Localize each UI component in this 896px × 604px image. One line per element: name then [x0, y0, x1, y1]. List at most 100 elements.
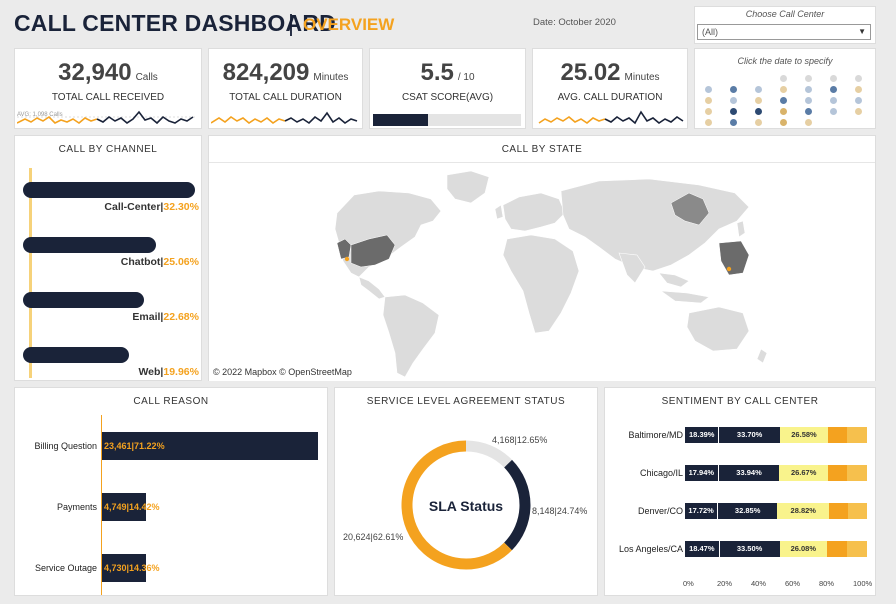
sentiment-axis-tick: 40%	[751, 579, 767, 588]
date-dot[interactable]	[830, 75, 837, 82]
sentiment-segment[interactable]: 26.67%	[779, 465, 828, 481]
filter-label: Choose Call Center	[745, 9, 825, 19]
sentiment-bar[interactable]: 17.72% 32.85% 28.82%	[685, 503, 867, 519]
date-dot[interactable]	[780, 119, 787, 126]
date-dot[interactable]	[755, 86, 762, 93]
sentiment-segment[interactable]: 32.85%	[717, 503, 778, 519]
channel-name: Call-Center|	[104, 201, 164, 213]
call-center-select[interactable]: (All) ▼	[697, 24, 871, 40]
channel-bar[interactable]	[23, 292, 144, 308]
sentiment-segment[interactable]: 18.39%	[685, 427, 719, 443]
date-dot[interactable]	[830, 108, 837, 115]
sentiment-segment[interactable]	[847, 541, 867, 557]
date-dot[interactable]	[730, 97, 737, 104]
sla-donut-segment[interactable]	[465, 440, 513, 468]
date-dot[interactable]	[780, 97, 787, 104]
channel-bar[interactable]	[23, 182, 195, 198]
csat-progress-fill	[373, 114, 428, 126]
kpi-value: 25.02	[560, 59, 621, 86]
channel-label: Web|19.96%	[138, 366, 199, 378]
sentiment-segment[interactable]: 18.47%	[685, 541, 719, 557]
sentiment-segment[interactable]: 26.08%	[779, 541, 828, 557]
sla-label-left: 20,624|62.61%	[343, 532, 404, 542]
date-dot[interactable]	[780, 86, 787, 93]
date-dot[interactable]	[805, 119, 812, 126]
sentiment-city: Los Angeles/CA	[618, 544, 683, 554]
channel-bar[interactable]	[23, 237, 157, 253]
date-dot[interactable]	[730, 86, 737, 93]
kpi-total-duration[interactable]: 824,209 Minutes TOTAL CALL DURATION	[208, 48, 363, 129]
date-dot[interactable]	[855, 86, 862, 93]
date-dot[interactable]	[730, 108, 737, 115]
date-dot[interactable]	[755, 119, 762, 126]
date-dot[interactable]	[705, 119, 712, 126]
date-dot[interactable]	[805, 86, 812, 93]
sentiment-axis-tick: 0%	[683, 579, 694, 588]
sentiment-segment[interactable]	[827, 541, 848, 557]
sentiment-segment[interactable]: 33.94%	[717, 465, 780, 481]
sentiment-axis-tick: 80%	[819, 579, 835, 588]
sentiment-segment[interactable]: 33.70%	[718, 427, 780, 443]
kpi-unit: Minutes	[313, 72, 349, 83]
sentiment-segment[interactable]	[829, 503, 849, 519]
channel-label: Call-Center|32.30%	[104, 201, 199, 213]
date-dot[interactable]	[780, 75, 787, 82]
sentiment-bar[interactable]: 17.94% 33.94% 26.67%	[685, 465, 867, 481]
reason-value-label: 4,749|14.42%	[104, 502, 160, 512]
sentiment-segment[interactable]: 17.72%	[685, 503, 718, 519]
date-dot[interactable]	[730, 119, 737, 126]
sla-status-panel: SERVICE LEVEL AGREEMENT STATUS SLA Statu…	[334, 387, 598, 596]
sentiment-segment[interactable]: 33.50%	[718, 541, 780, 557]
sentiment-segment[interactable]	[847, 427, 867, 443]
date-dot[interactable]	[755, 97, 762, 104]
sentiment-segment[interactable]: 28.82%	[777, 503, 830, 519]
date-dot[interactable]	[830, 86, 837, 93]
sentiment-axis-tick: 60%	[785, 579, 801, 588]
date-dot[interactable]	[855, 108, 862, 115]
kpi-unit: / 10	[457, 72, 475, 83]
channel-bar[interactable]	[23, 347, 130, 363]
sentiment-axis-tick: 100%	[853, 579, 873, 588]
date-dot[interactable]	[805, 75, 812, 82]
kpi-sparkline	[538, 110, 684, 125]
kpi-avg-duration[interactable]: 25.02 Minutes AVG. CALL DURATION	[532, 48, 688, 129]
kpi-csat-score[interactable]: 5.5/ 10 CSAT SCORE(AVG)	[369, 48, 526, 129]
sentiment-segment[interactable]: 26.58%	[779, 427, 829, 443]
sentiment-segment[interactable]	[847, 465, 867, 481]
panel-title: CALL REASON	[133, 396, 209, 407]
sentiment-bar[interactable]: 18.39% 33.70% 26.58%	[685, 427, 867, 443]
date-dot[interactable]	[780, 108, 787, 115]
kpi-label: CSAT SCORE(AVG)	[401, 92, 494, 103]
date-dot[interactable]	[755, 108, 762, 115]
sentiment-segment[interactable]: 17.94%	[685, 465, 718, 481]
kpi-unit: Minutes	[624, 72, 660, 83]
kpi-label: TOTAL CALL DURATION	[229, 92, 342, 103]
date-dot[interactable]	[805, 108, 812, 115]
date-dot[interactable]	[805, 97, 812, 104]
chevron-down-icon[interactable]: ▼	[858, 27, 866, 36]
date-dot[interactable]	[705, 86, 712, 93]
reason-category: Billing Question	[34, 441, 97, 451]
reason-value-label: 23,461|71.22%	[104, 441, 165, 451]
channel-name: Chatbot|	[120, 256, 164, 268]
sentiment-axis-tick: 20%	[717, 579, 733, 588]
sentiment-bar[interactable]: 18.47% 33.50% 26.08%	[685, 541, 867, 557]
date-dot[interactable]	[830, 97, 837, 104]
world-map[interactable]	[209, 163, 875, 381]
date-dot[interactable]	[705, 108, 712, 115]
sentiment-segment[interactable]	[828, 427, 848, 443]
sentiment-segment[interactable]	[848, 503, 867, 519]
channel-label: Email|22.68%	[132, 311, 199, 323]
sentiment-segment[interactable]	[827, 465, 848, 481]
map-marker	[344, 256, 350, 262]
kpi-label: AVG. CALL DURATION	[557, 92, 663, 103]
kpi-unit: Calls	[135, 72, 158, 83]
date-dot[interactable]	[855, 97, 862, 104]
sentiment-city: Chicago/IL	[639, 468, 683, 478]
sla-donut-chart[interactable]	[335, 388, 597, 595]
kpi-total-calls[interactable]: 32,940 Calls TOTAL CALL RECEIVED AVG: 1,0…	[14, 48, 202, 129]
date-dot[interactable]	[855, 75, 862, 82]
sentiment-city: Baltimore/MD	[628, 430, 683, 440]
kpi-sparkline	[211, 111, 358, 125]
date-dot[interactable]	[705, 97, 712, 104]
